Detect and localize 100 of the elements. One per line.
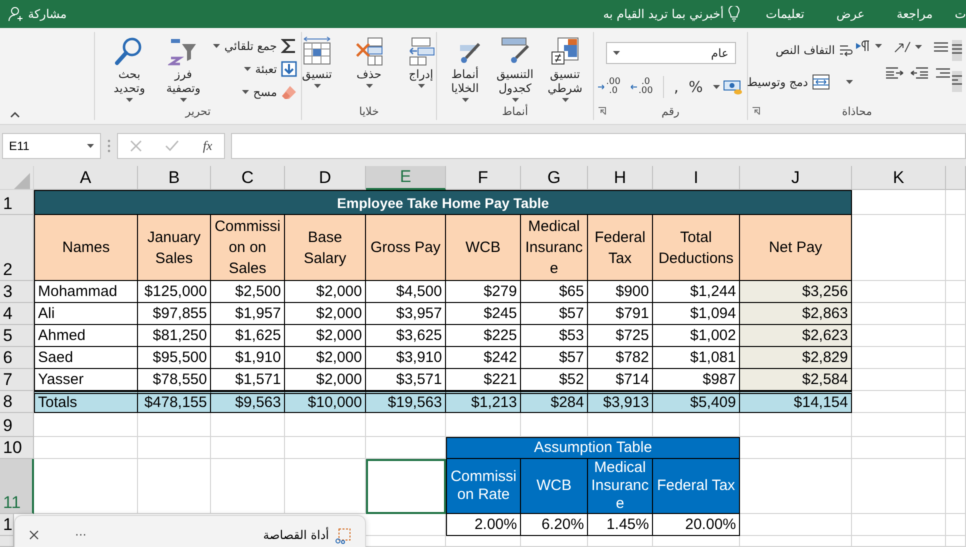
row-header[interactable]: 11 [0,459,34,514]
column-header[interactable]: K [852,166,946,190]
row-header[interactable]: 6 [0,347,34,369]
close-icon[interactable] [29,530,39,540]
column-header[interactable]: D [285,166,366,190]
column-header[interactable]: C [211,166,285,190]
clear-button[interactable]: مسح [213,82,297,102]
table-cell: $242 [446,347,521,369]
conditional-formatting-icon [550,36,580,66]
row-header[interactable]: 1 [0,190,34,215]
share-button[interactable]: مشاركة [8,6,67,22]
orientation-icon[interactable] [892,40,910,54]
column-header[interactable]: B [138,166,211,190]
checkmark-icon[interactable] [165,140,180,152]
row-header[interactable]: 5 [0,325,34,347]
dialog-launcher-icon[interactable] [752,107,760,115]
column-heading: Net Pay [740,215,852,281]
scissors-icon[interactable] [335,528,351,544]
column-header[interactable]: G [521,166,588,190]
decrease-indent-icon[interactable] [910,66,928,80]
table-cell: $225 [446,325,521,347]
column-heading: Federal Tax [588,215,653,281]
row-header[interactable]: 8 [0,391,34,413]
group-label: تحرير [185,104,211,118]
table-cell: 20.00% [653,514,740,536]
merge-center-button[interactable]: دمج وتوسيط [746,72,853,92]
autosum-button[interactable]: جمع تلقائي [213,36,297,56]
wrap-text-icon [839,43,853,57]
ribbon-tab[interactable]: ت [948,0,966,28]
format-as-table-button[interactable]: التنسيق كجدول [491,32,539,102]
name-box[interactable]: E11 [2,132,101,158]
insert-button[interactable]: إدراج [398,32,444,88]
total-cell: $10,000 [285,391,366,413]
grid-cell [946,391,966,413]
row-header[interactable]: 2 [0,215,34,281]
ribbon-tab[interactable]: تعليمات [750,0,820,28]
table-cell: $57 [521,303,588,325]
tell-me-search[interactable]: أخبرني بما تريد القيام به [603,6,740,22]
row-header[interactable]: 4 [0,303,34,325]
decrease-decimal-button[interactable]: .00 .0 [598,78,620,96]
grid-cell [946,303,966,325]
column-header[interactable]: A [34,166,138,190]
number-format-dropdown[interactable]: عام [606,42,736,64]
column-header[interactable]: H [588,166,653,190]
column-header[interactable]: J [740,166,852,190]
table-cell: Ali [34,303,138,325]
dialog-launcher-icon[interactable] [598,107,606,115]
wrap-text-button[interactable]: التفاف النص [746,40,853,60]
insert-function-button[interactable]: fx [202,138,212,154]
formula-input[interactable] [231,132,966,158]
table-cell: $900 [588,281,653,303]
caret-icon [87,144,94,148]
currency-icon[interactable] [722,79,743,95]
ribbon-tab[interactable]: مراجعة [880,0,949,28]
align-button[interactable] [952,71,962,92]
conditional-formatting-button[interactable]: تنسيق شرطي [541,32,589,102]
caret-icon [712,85,720,89]
row-header[interactable]: 9 [0,413,34,437]
comma-style-button[interactable]: , [674,78,679,96]
delete-button[interactable]: حذف [346,32,392,88]
increase-decimal-button[interactable]: .0 .00 [630,78,653,96]
align-button[interactable] [952,40,962,61]
total-cell: $284 [521,391,588,413]
align-top-icon[interactable] [932,40,950,54]
row-header[interactable]: 7 [0,369,34,391]
grid-cell [588,413,653,437]
caret-icon [366,84,372,88]
row-header[interactable]: 3 [0,281,34,303]
ribbon-tab[interactable]: عرض [820,0,881,28]
caret-icon [875,44,882,48]
column-heading: Commission on Sales [211,215,285,281]
collapse-ribbon-icon[interactable] [10,112,20,118]
find-select-button[interactable]: بحث وتحديد [105,32,154,102]
column-header[interactable]: F [446,166,521,190]
row-header[interactable]: 10 [0,437,34,459]
table-cell: 1.45% [588,514,653,536]
sort-filter-button[interactable]: فرز وتصفية [159,32,208,102]
grid-cell [946,536,966,547]
caret-icon [612,51,620,55]
more-button[interactable]: ··· [75,528,86,542]
column-header[interactable]: I [653,166,740,190]
format-button[interactable]: تنسيق [294,32,340,88]
row-header[interactable]: 1 [0,514,14,536]
table-cell: $3,910 [366,347,446,369]
toolbar-title: أداة القصاصة [263,528,329,542]
arrow-icon [598,83,606,91]
caret-icon [462,98,468,102]
grid-cell [946,281,966,303]
increase-indent-icon[interactable] [886,66,904,80]
paragraph-direction-icon[interactable] [855,40,871,52]
total-cell: $3,913 [588,391,653,413]
percent-button[interactable]: % [688,78,703,96]
group-label: أنماط [502,104,528,118]
fill-button[interactable]: تعبئة [213,59,297,79]
cell-styles-button[interactable]: أنماط الخلايا [441,32,489,102]
table-cell: Mohammad [34,281,138,303]
column-header[interactable]: E [366,166,446,190]
table-cell: $4,500 [366,281,446,303]
table-cell: $53 [521,325,588,347]
eraser-icon [281,84,297,100]
